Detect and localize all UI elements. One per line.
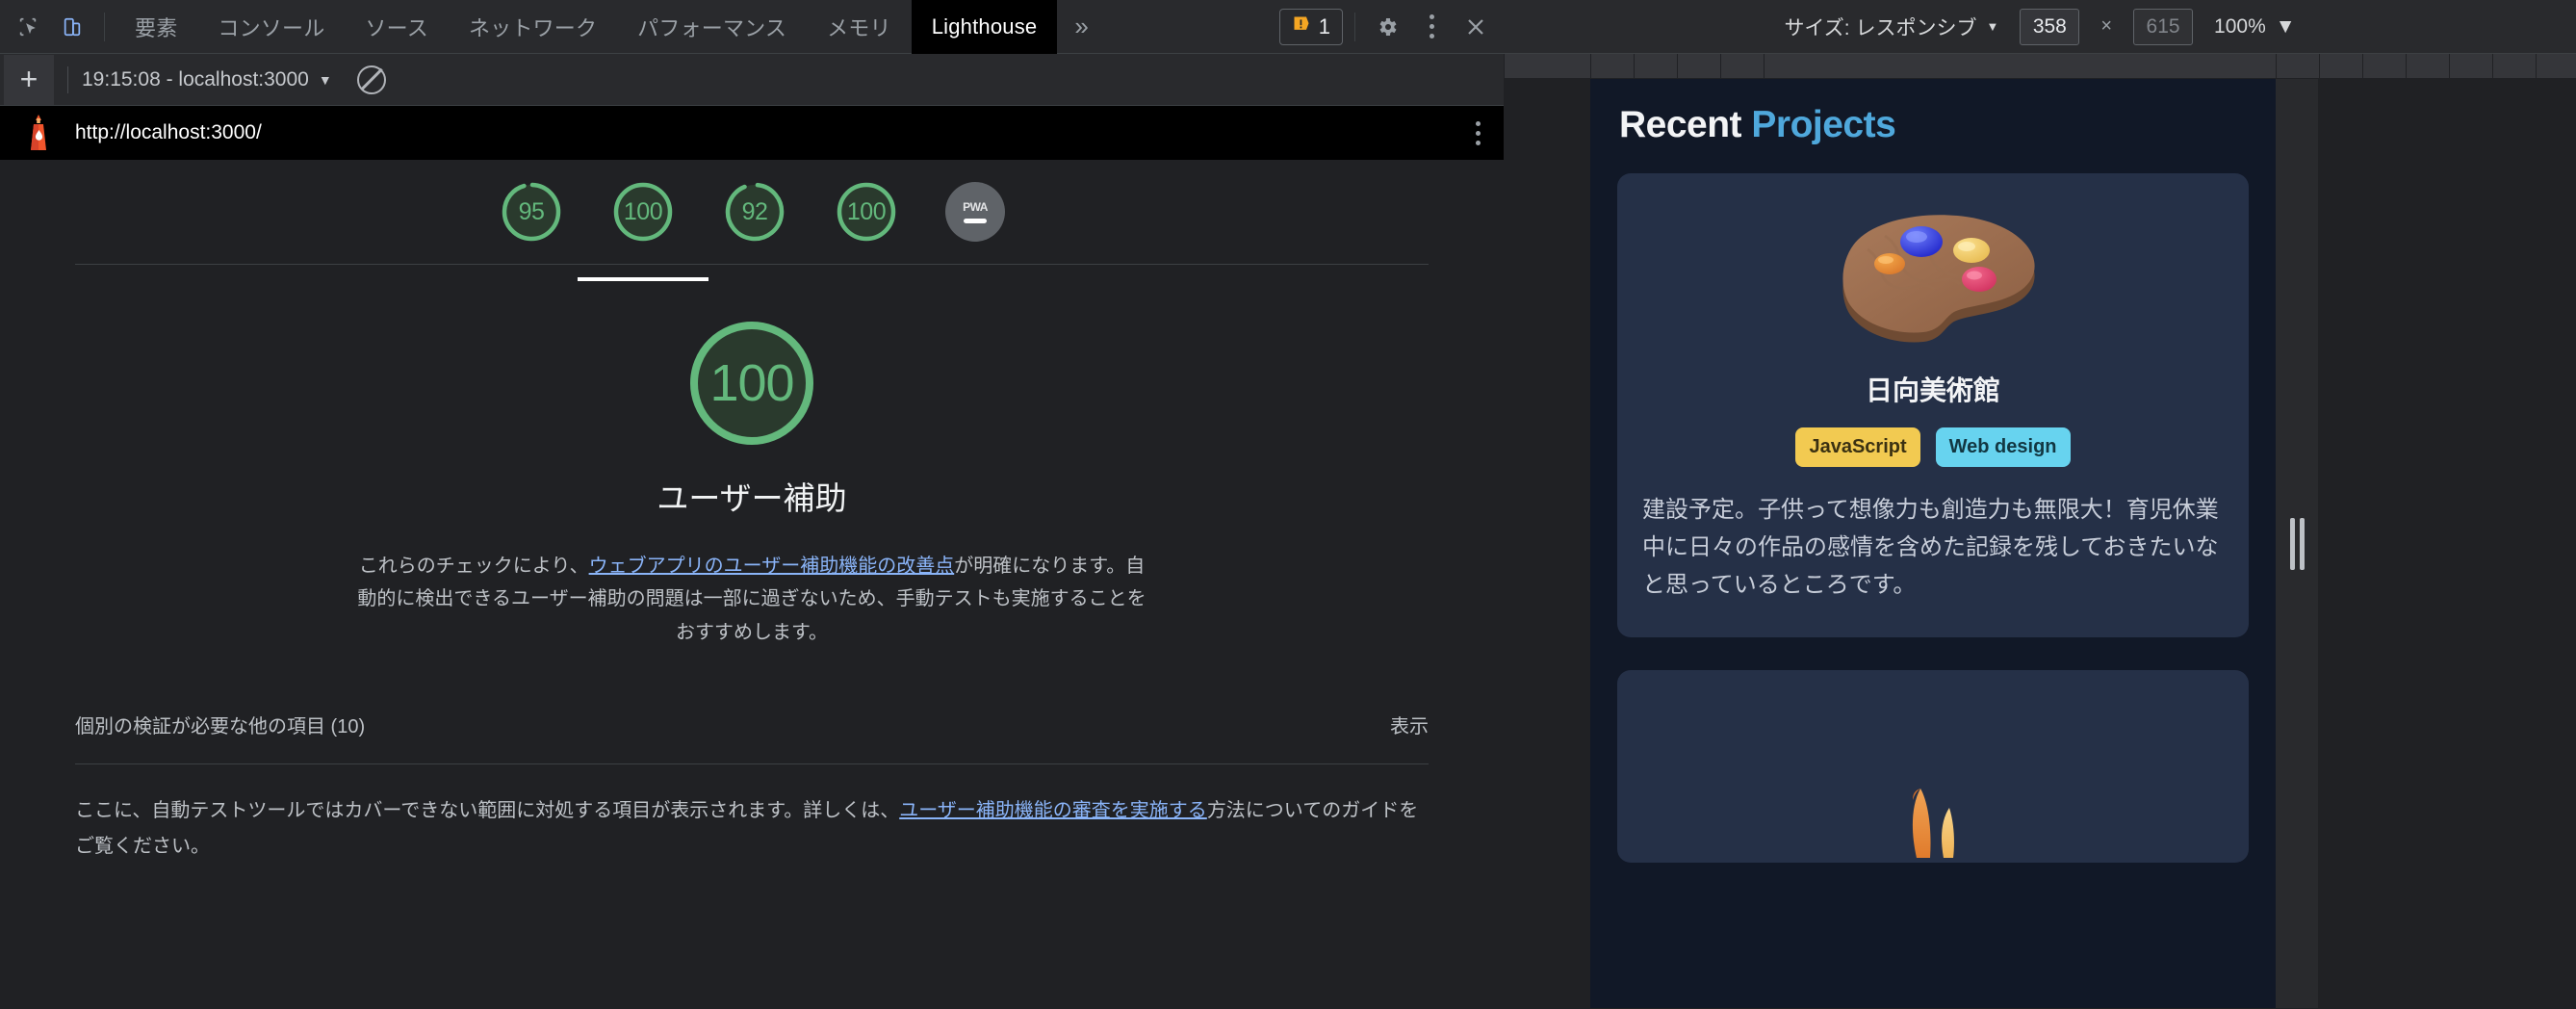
new-report-button[interactable]: + — [4, 54, 54, 105]
more-tabs-button[interactable]: » — [1057, 0, 1106, 54]
toolbar-divider — [104, 12, 105, 41]
emulation-toolbar: サイズ: レスポンシブ ▼ 358 × 615 100% ▼ — [1504, 0, 2576, 54]
tab-sources[interactable]: ソース — [345, 0, 449, 54]
warning-count: 1 — [1318, 13, 1330, 39]
category-title: ユーザー補助 — [657, 480, 847, 516]
project-card-title: 日向美術館 — [1865, 375, 2000, 405]
viewport-width-input[interactable]: 358 — [2020, 8, 2080, 45]
page-title-word2: Projects — [1751, 104, 1896, 145]
project-card-body: 建設予定。子供って想像力も創造力も無限大！育児休業中に日々の作品の感情を含めた記… — [1642, 497, 2219, 598]
report-selector-label: 19:15:08 - localhost:3000 — [82, 67, 309, 91]
gauge-performance[interactable]: 95 — [499, 179, 564, 245]
page-title: Recent Projects — [1590, 79, 2276, 146]
fox-3d-illustration — [1861, 775, 2005, 863]
manual-audits-header[interactable]: 個別の検証が必要な他の項目 (10) 表示 — [75, 711, 1429, 765]
category-desc-link[interactable]: ウェブアプリのユーザー補助機能の改善点 — [589, 556, 955, 577]
tag-web-design[interactable]: Web design — [1935, 427, 2071, 467]
gauge-pwa[interactable]: PWA — [945, 182, 1005, 242]
warning-badge-icon — [1292, 14, 1311, 39]
project-card-2[interactable] — [1617, 669, 2249, 863]
gauge-accessibility[interactable]: 100 — [578, 179, 708, 281]
lighthouse-report: http://localhost:3000/ 95 100 92 100 PWA… — [0, 106, 1504, 1009]
category-score: 100 — [709, 354, 794, 412]
runbar-divider — [67, 65, 68, 93]
manual-audits-body: ここに、自動テストツールではカバーできない範囲に対処する項目が表示されます。詳し… — [75, 793, 1429, 865]
tab-network[interactable]: ネットワーク — [449, 0, 617, 54]
device-resize-handle[interactable] — [2276, 79, 2318, 1008]
gear-icon[interactable] — [1365, 5, 1409, 49]
device-toolbar-icon[interactable] — [50, 5, 94, 49]
lighthouse-logo-icon — [23, 114, 54, 152]
close-icon[interactable] — [1454, 5, 1498, 49]
project-card[interactable]: 日向美術館 JavaScript Web design 建設予定。子供って想像力… — [1617, 173, 2249, 637]
gauge-performance-score: 95 — [518, 197, 545, 225]
chevron-down-icon: ▼ — [318, 71, 332, 88]
kebab-menu-icon[interactable] — [1409, 5, 1454, 49]
pwa-dash-icon — [964, 219, 987, 223]
pwa-label: PWA — [963, 200, 988, 214]
tag-javascript[interactable]: JavaScript — [1795, 427, 1920, 467]
report-url: http://localhost:3000/ — [75, 121, 262, 143]
category-score-gauge: 100 — [683, 315, 820, 452]
toolbar-divider-2 — [1354, 12, 1355, 41]
report-selector[interactable]: 19:15:08 - localhost:3000 ▼ — [82, 68, 332, 91]
gauge-seo[interactable]: 100 — [834, 179, 899, 245]
category-section: 100 ユーザー補助 これらのチェックにより、ウェブアプリのユーザー補助機能の改… — [0, 265, 1504, 649]
viewport-area: Recent Projects 日向美術館 JavaScript Web des… — [1504, 79, 2576, 1008]
emulated-page: Recent Projects 日向美術館 JavaScript Web des… — [1590, 79, 2276, 1008]
zoom-selector[interactable]: 100% ▼ — [2214, 15, 2296, 39]
lighthouse-runbar: + 19:15:08 - localhost:3000 ▼ — [0, 54, 1504, 106]
dimension-separator: × — [2100, 15, 2113, 37]
manual-body-link[interactable]: ユーザー補助機能の審査を実施する — [899, 800, 1207, 821]
artist-palette-3d-illustration — [1642, 198, 2224, 352]
gauge-best-practices-score: 92 — [741, 197, 768, 225]
manual-audits-toggle[interactable]: 表示 — [1390, 711, 1429, 738]
inspect-cursor-icon[interactable] — [6, 5, 50, 49]
tab-memory[interactable]: メモリ — [807, 0, 912, 54]
score-gauges: 95 100 92 100 PWA — [0, 160, 1504, 281]
device-emulation-panel: サイズ: レスポンシブ ▼ 358 × 615 100% ▼ Recent Pr… — [1504, 0, 2576, 1009]
zoom-label: 100% — [2214, 14, 2266, 38]
tab-elements[interactable]: 要素 — [115, 0, 197, 54]
devtools-tabstrip: 要素 コンソール ソース ネットワーク パフォーマンス メモリ Lighthou… — [0, 0, 1504, 54]
project-card-tags: JavaScript Web design — [1642, 427, 2224, 467]
viewport-height-input[interactable]: 615 — [2133, 8, 2194, 45]
report-options-kebab-icon[interactable] — [1476, 120, 1481, 145]
device-size-label: サイズ: レスポンシブ — [1784, 16, 1977, 39]
chevron-down-icon: ▼ — [1986, 19, 1999, 34]
devtools-panel: 要素 コンソール ソース ネットワーク パフォーマンス メモリ Lighthou… — [0, 0, 1504, 1009]
warning-badge[interactable]: 1 — [1278, 8, 1343, 45]
tab-performance[interactable]: パフォーマンス — [617, 0, 807, 54]
gauge-best-practices[interactable]: 92 — [722, 179, 787, 245]
viewport-ruler[interactable] — [1504, 54, 2576, 79]
tab-console[interactable]: コンソール — [197, 0, 345, 54]
device-size-selector[interactable]: サイズ: レスポンシブ ▼ — [1784, 13, 1998, 41]
manual-body-part1: ここに、自動テストツールではカバーできない範囲に対処する項目が表示されます。詳し… — [75, 800, 900, 822]
resize-grip-icon — [2289, 517, 2305, 570]
chevron-down-icon: ▼ — [2275, 14, 2296, 38]
page-title-word1: Recent — [1619, 104, 1742, 145]
category-desc-part1: これらのチェックにより、 — [358, 556, 589, 577]
category-description: これらのチェックにより、ウェブアプリのユーザー補助機能の改善点が明確になります。… — [352, 550, 1151, 649]
gauge-seo-score: 100 — [846, 197, 887, 225]
no-entry-clear-icon[interactable] — [356, 65, 386, 94]
gauge-accessibility-score: 100 — [623, 197, 663, 225]
report-url-bar: http://localhost:3000/ — [0, 106, 1504, 160]
manual-audits-heading: 個別の検証が必要な他の項目 (10) — [75, 716, 366, 738]
tab-lighthouse[interactable]: Lighthouse — [911, 0, 1058, 54]
